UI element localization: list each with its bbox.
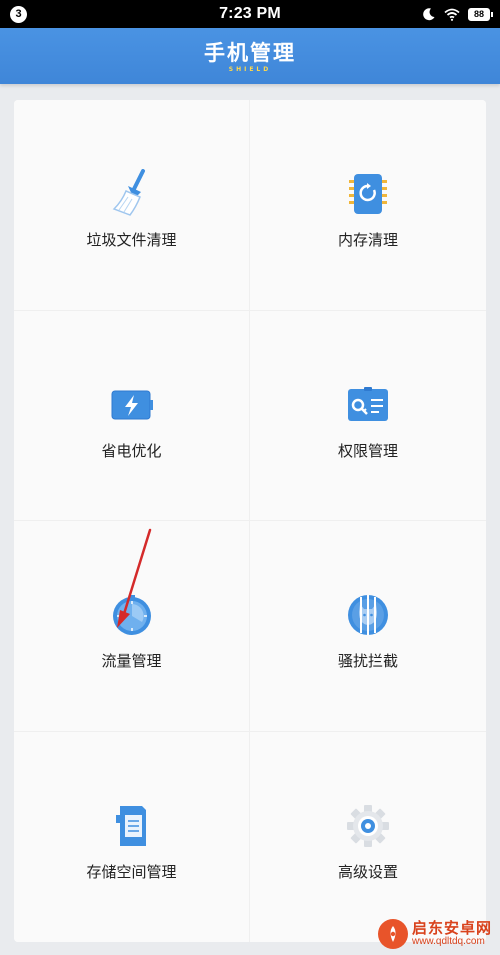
sd-card-icon (107, 801, 157, 851)
key-card-icon (343, 380, 393, 430)
status-left: 3 (10, 5, 100, 23)
page-subtitle: SHIELD (228, 65, 272, 73)
moon-icon (423, 8, 435, 21)
tile-permission-management[interactable]: 权限管理 (250, 310, 486, 521)
tile-advanced-settings[interactable]: 高级设置 (250, 731, 486, 942)
status-icons: 88 (400, 7, 493, 21)
watermark-logo-icon (377, 919, 408, 949)
feature-grid: 垃圾文件清理 内存清理 省电优化 权限管理 流量管理 骚扰拦截 存储空间管理 高… (14, 100, 486, 942)
tile-label: 高级设置 (337, 863, 398, 882)
tile-power-saving[interactable]: 省电优化 (14, 310, 250, 521)
tile-label: 垃圾文件清理 (86, 231, 177, 250)
tile-storage-management[interactable]: 存储空间管理 (14, 731, 250, 942)
watermark-url: www.qdltdq.com (411, 935, 485, 947)
tile-label: 存储空间管理 (86, 863, 177, 882)
tile-label: 权限管理 (337, 441, 398, 460)
page-title: 手机管理 (204, 40, 296, 65)
watermark-text: 启东安卓网 www.qdltdq.com (411, 918, 492, 947)
app-header: 手机管理 SHIELD (0, 28, 500, 84)
watermark: 启东安卓网 www.qdltdq.com (377, 918, 492, 949)
battery-icon: 88 (468, 7, 493, 21)
tile-label: 骚扰拦截 (337, 652, 398, 671)
tile-harassment-block[interactable]: 骚扰拦截 (250, 521, 486, 732)
tile-label: 内存清理 (337, 231, 398, 250)
tile-junk-cleanup[interactable]: 垃圾文件清理 (14, 100, 250, 311)
broom-icon (107, 169, 157, 219)
status-bar: 3 7:23 PM 88 (0, 0, 500, 28)
watermark-name: 启东安卓网 (411, 918, 492, 937)
battery-bolt-icon (107, 380, 157, 430)
caged-cat-icon (343, 590, 393, 640)
wifi-icon (444, 8, 460, 21)
tile-label: 省电优化 (101, 441, 162, 460)
tile-label: 流量管理 (101, 652, 162, 671)
notification-badge: 3 (10, 5, 27, 23)
gear-icon (343, 801, 393, 851)
tile-memory-cleanup[interactable]: 内存清理 (250, 100, 486, 311)
annotation-arrow (117, 528, 152, 628)
status-time: 7:23 PM (219, 5, 281, 22)
memory-chip-icon (343, 169, 393, 219)
